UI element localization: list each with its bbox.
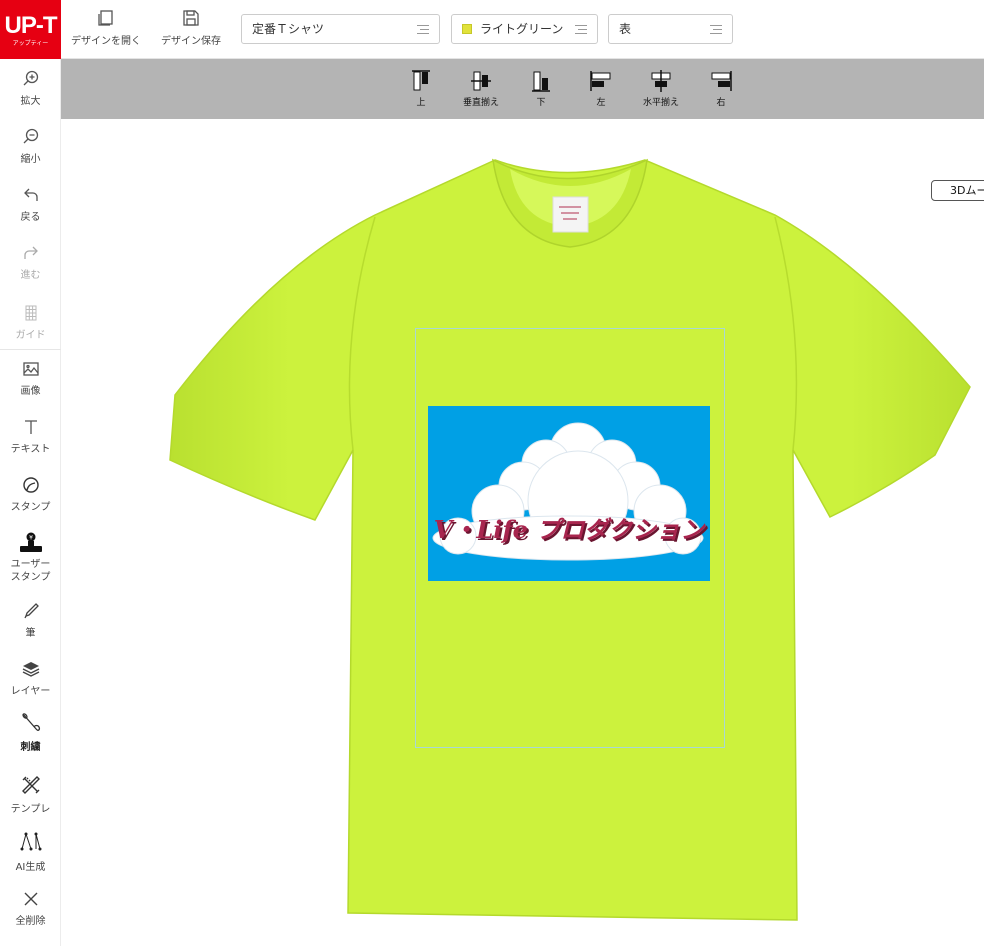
undo-label: 戻る [20, 212, 41, 223]
align-top-label: 上 [416, 98, 426, 108]
cloud-design-graphic: V・Life プロダクション V・Life プロダクション [432, 422, 708, 561]
svg-text:¥: ¥ [29, 535, 33, 542]
layers-icon [22, 662, 39, 677]
product-select-value: 定番Ｔシャツ [252, 22, 325, 36]
layer-button[interactable]: レイヤー [0, 659, 61, 697]
align-hcenter-label: 水平揃え [642, 98, 679, 108]
user-stamp-label-1: ユーザー [10, 559, 51, 570]
save-design-label: デザイン保存 [161, 36, 221, 47]
user-stamp-icon: ¥ [19, 532, 42, 552]
list-icon [710, 25, 722, 34]
align-right-icon [711, 71, 732, 91]
align-hcenter-icon [651, 70, 671, 92]
stamp-label: スタンプ [10, 502, 51, 513]
align-toolbar: 上 垂直揃え 下 左 水平揃え 右 [61, 59, 984, 119]
redo-button[interactable]: 進む [0, 243, 61, 281]
zoom-out-icon [23, 128, 38, 144]
redo-label: 進む [20, 270, 41, 281]
open-design-label: デザインを開く [71, 36, 141, 47]
guide-button[interactable]: ガイド [0, 303, 61, 341]
clear-all-label: 全削除 [15, 916, 46, 927]
zoom-out-button[interactable]: 縮小 [0, 127, 61, 165]
undo-icon [23, 188, 38, 201]
user-stamp-label-2: スタンプ [10, 572, 51, 583]
needle-icon [21, 713, 40, 731]
align-right-label: 右 [716, 98, 726, 108]
text-icon [24, 420, 37, 434]
sidebar-divider [0, 349, 61, 350]
save-icon [183, 10, 199, 26]
ai-sparkle-icon [20, 832, 41, 851]
color-swatch [462, 24, 472, 34]
open-design-button[interactable]: デザインを開く [70, 8, 142, 47]
image-icon [22, 362, 39, 376]
tool-sidebar: 拡大 縮小 戻る 進む ガイド 画像 テキスト スタンプ ¥ ユーザー スタンプ… [0, 59, 61, 946]
zoom-out-label: 縮小 [20, 154, 41, 165]
list-icon [417, 25, 429, 34]
product-select[interactable]: 定番Ｔシャツ [241, 14, 440, 44]
align-top-icon [412, 70, 430, 91]
open-document-icon [98, 10, 113, 26]
image-label: 画像 [20, 386, 41, 397]
undo-button[interactable]: 戻る [0, 185, 61, 223]
clear-all-button[interactable]: 全削除 [0, 889, 61, 927]
align-left-label: 左 [596, 98, 606, 108]
align-vcenter-button[interactable]: 垂直揃え [451, 69, 511, 108]
ai-generate-button[interactable]: AI生成 [0, 831, 61, 873]
save-design-button[interactable]: デザイン保存 [158, 8, 224, 47]
layer-label: レイヤー [10, 686, 51, 697]
template-label: テンプレ [10, 804, 51, 815]
align-vcenter-label: 垂直揃え [462, 98, 499, 108]
align-bottom-label: 下 [536, 98, 546, 108]
top-toolbar: UP-T アップティー デザインを開く デザイン保存 定番Ｔシャツ ライトグリー… [0, 0, 984, 59]
align-top-button[interactable]: 上 [391, 69, 451, 108]
align-hcenter-button[interactable]: 水平揃え [631, 69, 691, 108]
align-left-icon [590, 71, 611, 91]
user-stamp-button[interactable]: ¥ ユーザー スタンプ [0, 531, 61, 584]
design-image[interactable]: V・Life プロダクション V・Life プロダクション [428, 406, 710, 581]
design-text: V・Life プロダクション [434, 515, 707, 544]
align-vcenter-icon [471, 71, 491, 91]
align-left-button[interactable]: 左 [571, 69, 631, 108]
color-select-value: ライトグリーン [480, 22, 564, 36]
image-button[interactable]: 画像 [0, 359, 61, 397]
zoom-in-button[interactable]: 拡大 [0, 69, 61, 107]
text-button[interactable]: テキスト [0, 417, 61, 455]
stamp-button[interactable]: スタンプ [0, 475, 61, 513]
text-label: テキスト [10, 444, 51, 455]
list-icon [575, 25, 587, 34]
guide-label: ガイド [15, 330, 46, 341]
design-editor: UP-T アップティー デザインを開く デザイン保存 定番Ｔシャツ ライトグリー… [0, 0, 984, 946]
zoom-in-icon [23, 70, 38, 86]
tshirt-tag [552, 196, 589, 233]
align-right-button[interactable]: 右 [691, 69, 751, 108]
embroidery-label: 刺繍 [20, 742, 41, 753]
logo-text: UP-T [4, 12, 58, 39]
redo-icon [23, 246, 38, 259]
template-tools-icon [21, 776, 40, 794]
3d-mode-button[interactable]: 3Dムー [931, 180, 984, 201]
side-select[interactable]: 表 [608, 14, 733, 44]
stamp-icon [22, 477, 39, 493]
color-select[interactable]: ライトグリーン [451, 14, 598, 44]
embroidery-button[interactable]: 刺繍 [0, 711, 61, 753]
close-icon [24, 892, 37, 906]
brush-button[interactable]: 筆 [0, 601, 61, 639]
align-bottom-button[interactable]: 下 [511, 69, 571, 108]
grid-icon [25, 305, 36, 321]
side-select-value: 表 [619, 22, 632, 36]
align-bottom-icon [532, 71, 550, 92]
brush-icon [23, 603, 39, 619]
brush-label: 筆 [25, 628, 36, 639]
brand-logo[interactable]: UP-T アップティー [0, 0, 61, 59]
ai-generate-label: AI生成 [15, 862, 46, 873]
zoom-in-label: 拡大 [20, 96, 41, 107]
template-button[interactable]: テンプレ [0, 773, 61, 815]
